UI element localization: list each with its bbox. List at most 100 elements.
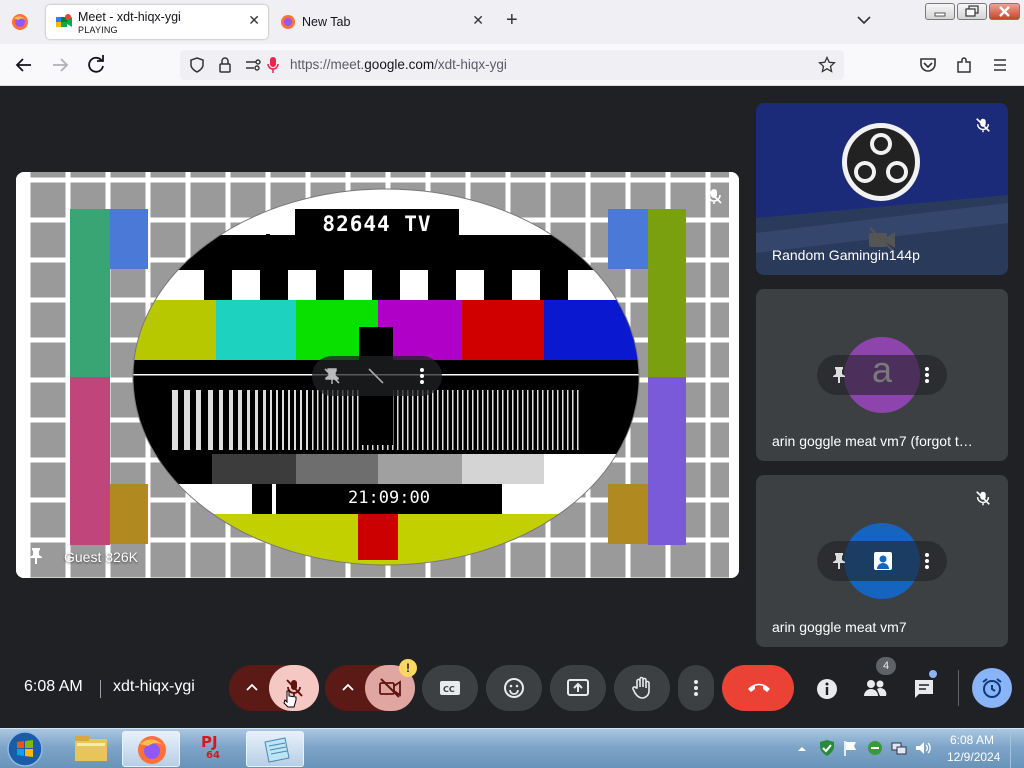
firefox-menu-icon[interactable] (10, 12, 30, 32)
tile-hover-controls (312, 356, 442, 396)
meeting-info-icon[interactable] (815, 677, 839, 701)
participant-tile[interactable]: arin goggle meat vm7 (756, 475, 1008, 647)
reactions-button[interactable] (486, 665, 542, 711)
folder-icon (75, 736, 107, 761)
pocket-icon[interactable] (918, 55, 938, 75)
tile-hover-controls (817, 541, 947, 581)
back-button[interactable] (11, 52, 37, 78)
security-shield-icon[interactable] (818, 739, 836, 757)
windows-taskbar: PJ 64 6:08 AM 12/9/2024 (0, 728, 1024, 768)
minimize-window-button[interactable] (925, 3, 955, 20)
pin-icon[interactable] (322, 366, 342, 386)
closed-captions-icon: CC (440, 681, 460, 695)
browser-tab-bar: Meet - xdt-hiqx-ygi PLAYING ✕ New Tab ✕ … (0, 0, 1024, 44)
pj-sub-label: 64 (206, 750, 220, 761)
new-tab-button[interactable]: + (506, 9, 518, 32)
more-options-icon[interactable] (917, 365, 937, 385)
obs-logo-icon (842, 123, 920, 201)
pin-icon[interactable] (26, 546, 46, 566)
close-tab-icon[interactable]: ✕ (248, 12, 260, 29)
pj-label: PJ (201, 733, 218, 751)
tab-meet[interactable]: Meet - xdt-hiqx-ygi PLAYING ✕ (46, 5, 268, 39)
participant-tile[interactable]: Random Gamingin144p (756, 103, 1008, 275)
mouse-cursor-icon (283, 690, 297, 708)
chevron-up-icon (246, 683, 258, 691)
taskbar-firefox[interactable] (122, 731, 180, 767)
card-clock: 21:09:00 (348, 488, 430, 508)
volume-icon[interactable] (914, 739, 932, 757)
forward-button[interactable] (47, 52, 73, 78)
screen: Meet - xdt-hiqx-ygi PLAYING ✕ New Tab ✕ … (0, 0, 1024, 768)
taskbar-pj64[interactable]: PJ 64 (184, 731, 242, 767)
card-title: 82644 TV (322, 212, 432, 236)
emoji-icon (504, 678, 524, 698)
chat-icon[interactable] (912, 677, 936, 701)
participant-name: arin goggle meat vm7 (772, 619, 907, 635)
lock-icon[interactable] (216, 56, 234, 74)
mic-off-icon (976, 118, 990, 133)
system-clock-date[interactable]: 12/9/2024 (947, 750, 1000, 764)
update-icon[interactable] (866, 739, 884, 757)
participant-name: Guest 826K (64, 549, 138, 565)
back-arrow-icon (15, 58, 31, 72)
notepad-icon (264, 737, 290, 763)
forward-arrow-icon (53, 58, 69, 72)
permissions-icon[interactable] (244, 56, 262, 74)
leave-call-button[interactable] (722, 665, 794, 711)
firefox-icon (138, 736, 166, 764)
chevron-up-icon (342, 683, 354, 691)
people-icon[interactable] (862, 676, 888, 700)
taskbar-explorer[interactable] (62, 731, 120, 767)
tab-new-tab[interactable]: New Tab ✕ (274, 5, 494, 39)
svg-text:CC: CC (443, 685, 455, 694)
system-clock-time[interactable]: 6:08 AM (950, 733, 994, 747)
alarm-clock-icon (982, 678, 1002, 698)
close-window-button[interactable] (989, 3, 1020, 20)
taskbar-notepad[interactable] (246, 731, 304, 767)
main-participant-tile[interactable]: 82644 TV 21:09:00 Guest 826K (16, 172, 739, 578)
presenter-avatar-icon (874, 552, 892, 570)
raise-hand-button[interactable] (614, 665, 670, 711)
reload-icon (88, 55, 104, 73)
captions-button[interactable]: CC (422, 665, 478, 711)
reload-button[interactable] (83, 52, 109, 78)
meeting-time: 6:08 AM (24, 678, 83, 695)
pin-icon[interactable] (829, 365, 849, 385)
menu-hamburger-icon[interactable] (990, 55, 1010, 75)
url-text[interactable]: https://meet.google.com/xdt-hiqx-ygi (290, 57, 507, 72)
participant-name: Random Gamingin144p (772, 247, 920, 263)
show-desktop-button[interactable] (1010, 729, 1024, 768)
mute-participant-icon[interactable] (366, 366, 386, 386)
show-hidden-icons-icon[interactable] (796, 743, 808, 755)
meeting-code: xdt-hiqx-ygi (113, 678, 195, 695)
firefox-tab-icon (280, 14, 296, 30)
address-bar[interactable]: https://meet.google.com/xdt-hiqx-ygi (180, 50, 844, 80)
more-options-icon[interactable] (412, 366, 432, 386)
close-tab-icon[interactable]: ✕ (472, 12, 484, 29)
activities-button[interactable] (972, 668, 1012, 708)
present-screen-button[interactable] (550, 665, 606, 711)
separator (958, 670, 959, 706)
people-count-badge: 4 (876, 657, 896, 675)
windows-logo-icon (7, 731, 43, 767)
pin-icon[interactable] (829, 551, 849, 571)
extensions-icon[interactable] (954, 55, 974, 75)
microphone-in-use-icon[interactable] (266, 55, 280, 75)
bookmark-star-icon[interactable] (818, 56, 836, 74)
more-options-button[interactable] (678, 665, 714, 711)
url-prefix: https://meet. (290, 57, 365, 72)
network-icon[interactable] (890, 739, 908, 757)
participant-name: arin goggle meat vm7 (forgot t… (772, 433, 973, 449)
mic-toggle-button[interactable] (269, 665, 319, 711)
start-button[interactable] (3, 730, 47, 768)
tracking-protection-icon[interactable] (188, 56, 206, 74)
url-domain: google.com (364, 57, 435, 72)
list-all-tabs-icon[interactable] (856, 12, 872, 28)
camera-off-icon (379, 678, 401, 698)
more-vert-icon (694, 680, 698, 696)
separator (100, 680, 101, 698)
participant-tile[interactable]: a arin goggle meat vm7 (forgot t… (756, 289, 1008, 461)
restore-window-button[interactable] (957, 3, 987, 20)
action-center-flag-icon[interactable] (842, 739, 860, 757)
more-options-icon[interactable] (917, 551, 937, 571)
